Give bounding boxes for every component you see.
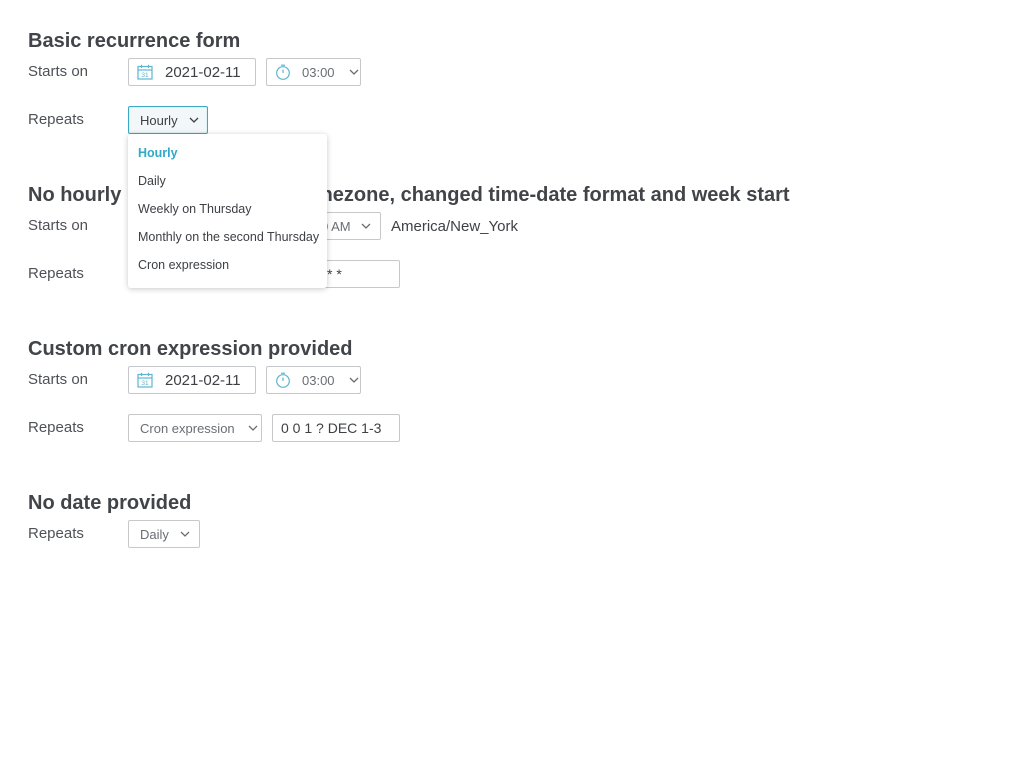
repeats-label: Repeats — [28, 419, 84, 436]
repeats-select-value: Hourly — [140, 112, 178, 128]
repeats-label: Repeats — [28, 265, 84, 282]
section-title-basic: Basic recurrence form — [28, 30, 241, 52]
clock-icon — [276, 64, 290, 80]
dropdown-option-daily[interactable]: Daily — [128, 167, 327, 195]
chevron-down-icon — [361, 223, 371, 229]
repeats-select[interactable]: Cron expression — [128, 414, 262, 442]
time-value: 03:00 — [302, 64, 335, 80]
date-value: 2021-02-11 — [165, 371, 241, 389]
repeats-dropdown-menu: Hourly Daily Weekly on Thursday Monthly … — [128, 134, 327, 288]
repeats-select-value: Cron expression — [140, 420, 235, 436]
chevron-down-icon — [180, 531, 190, 537]
date-picker[interactable]: 31 2021-02-11 — [128, 58, 256, 86]
chevron-down-icon — [349, 377, 359, 383]
chevron-down-icon — [349, 69, 359, 75]
svg-text:31: 31 — [141, 72, 149, 79]
repeats-label: Repeats — [28, 525, 84, 542]
cron-input[interactable]: 0 0 1 ? DEC 1-3 — [272, 414, 400, 442]
starts-on-label: Starts on — [28, 63, 89, 80]
chevron-down-icon — [248, 425, 258, 431]
chevron-down-icon — [189, 117, 199, 123]
time-picker[interactable]: 03:00 — [266, 58, 361, 86]
dropdown-option-hourly[interactable]: Hourly — [128, 139, 327, 167]
section-title-custom-cron: Custom cron expression provided — [28, 338, 353, 360]
section-title-no-hourly-tail: mezone, changed time-date format and wee… — [315, 184, 790, 206]
date-value: 2021-02-11 — [165, 63, 241, 81]
dropdown-option-weekly[interactable]: Weekly on Thursday — [128, 195, 327, 223]
date-picker[interactable]: 31 2021-02-11 — [128, 366, 256, 394]
section-title-no-hourly-start: No hourly — [28, 184, 122, 206]
svg-text:31: 31 — [141, 380, 149, 387]
repeats-select[interactable]: Daily — [128, 520, 200, 548]
timezone-label: America/New_York — [391, 218, 518, 235]
time-picker[interactable]: 03:00 — [266, 366, 361, 394]
time-value: 03:00 — [302, 372, 335, 388]
calendar-icon: 31 — [137, 64, 153, 80]
dropdown-option-cron[interactable]: Cron expression — [128, 251, 327, 279]
section-title-no-hourly: No hourly mezone, changed time-date forma… — [28, 183, 790, 207]
starts-on-label: Starts on — [28, 217, 89, 234]
section-title-no-date: No date provided — [28, 492, 192, 514]
calendar-icon: 31 — [137, 372, 153, 388]
starts-on-label: Starts on — [28, 371, 89, 388]
repeats-select-value: Daily — [140, 526, 169, 542]
clock-icon — [276, 372, 290, 388]
repeats-select[interactable]: Hourly — [128, 106, 208, 134]
repeats-label: Repeats — [28, 111, 84, 128]
dropdown-option-monthly[interactable]: Monthly on the second Thursday — [128, 223, 327, 251]
